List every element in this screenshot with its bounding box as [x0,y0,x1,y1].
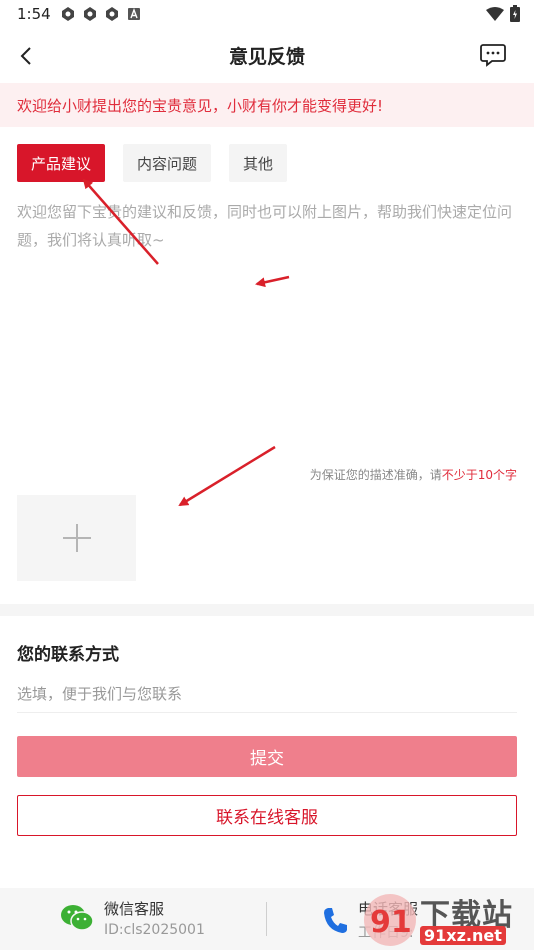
message-button[interactable] [478,40,508,70]
page-title: 意见反馈 [228,46,305,68]
app-notification-icon [106,7,118,21]
chat-bubble-icon [480,44,506,67]
watermark-logo-icon: 91 [364,894,416,946]
app-notification-icon [84,7,96,21]
status-time: 1:54 [17,5,51,23]
contact-input[interactable] [17,676,517,713]
site-watermark: 91 下载站 91xz.net [362,888,532,950]
status-right-icons [486,5,520,22]
a-notification-icon [128,8,140,20]
hint-prefix: 为保证您的描述准确，请 [309,468,442,482]
svg-text:91: 91 [370,905,412,940]
feedback-placeholder: 欢迎您留下宝贵的建议和反馈，同时也可以附上图片，帮助我们快速定位问题，我们将认真… [17,203,513,249]
feedback-textarea[interactable]: 欢迎您留下宝贵的建议和反馈，同时也可以附上图片，帮助我们快速定位问题，我们将认真… [17,198,517,438]
phone-icon [324,908,347,933]
welcome-banner: 欢迎给小财提出您的宝贵意见，小财有你才能变得更好! [0,83,534,127]
footer-divider [266,902,267,936]
min-length-hint: 为保证您的描述准确，请不少于10个字 [310,466,517,483]
annotation-arrow [178,445,276,507]
app-notification-icon [62,7,74,21]
section-divider [0,604,534,616]
wechat-service[interactable]: 微信客服 ID:cls2025001 [60,898,205,938]
online-service-button[interactable]: 联系在线客服 [17,795,517,836]
status-bar: 1:54 [0,0,534,28]
contact-title: 您的联系方式 [17,645,119,665]
tab-content-issue[interactable]: 内容问题 [123,144,212,182]
status-notification-icons [60,6,142,22]
battery-icon [510,5,520,22]
feedback-type-tabs: 产品建议 内容问题 其他 [17,144,288,182]
wechat-icon [61,905,94,931]
banner-text: 欢迎给小财提出您的宝贵意见，小财有你才能变得更好! [17,97,384,115]
wechat-service-title: 微信客服 [104,900,165,918]
tab-product-suggestion[interactable]: 产品建议 [17,144,106,182]
wifi-icon [486,6,504,21]
tab-other[interactable]: 其他 [229,144,288,182]
watermark-url: 91xz.net [420,926,506,945]
add-image-button[interactable] [17,495,136,581]
hint-accent: 不少于10个字 [441,468,517,482]
plus-icon [62,524,91,552]
wechat-service-id: ID:cls2025001 [104,922,205,938]
nav-bar: 意见反馈 [0,28,534,82]
submit-button[interactable]: 提交 [17,736,517,777]
